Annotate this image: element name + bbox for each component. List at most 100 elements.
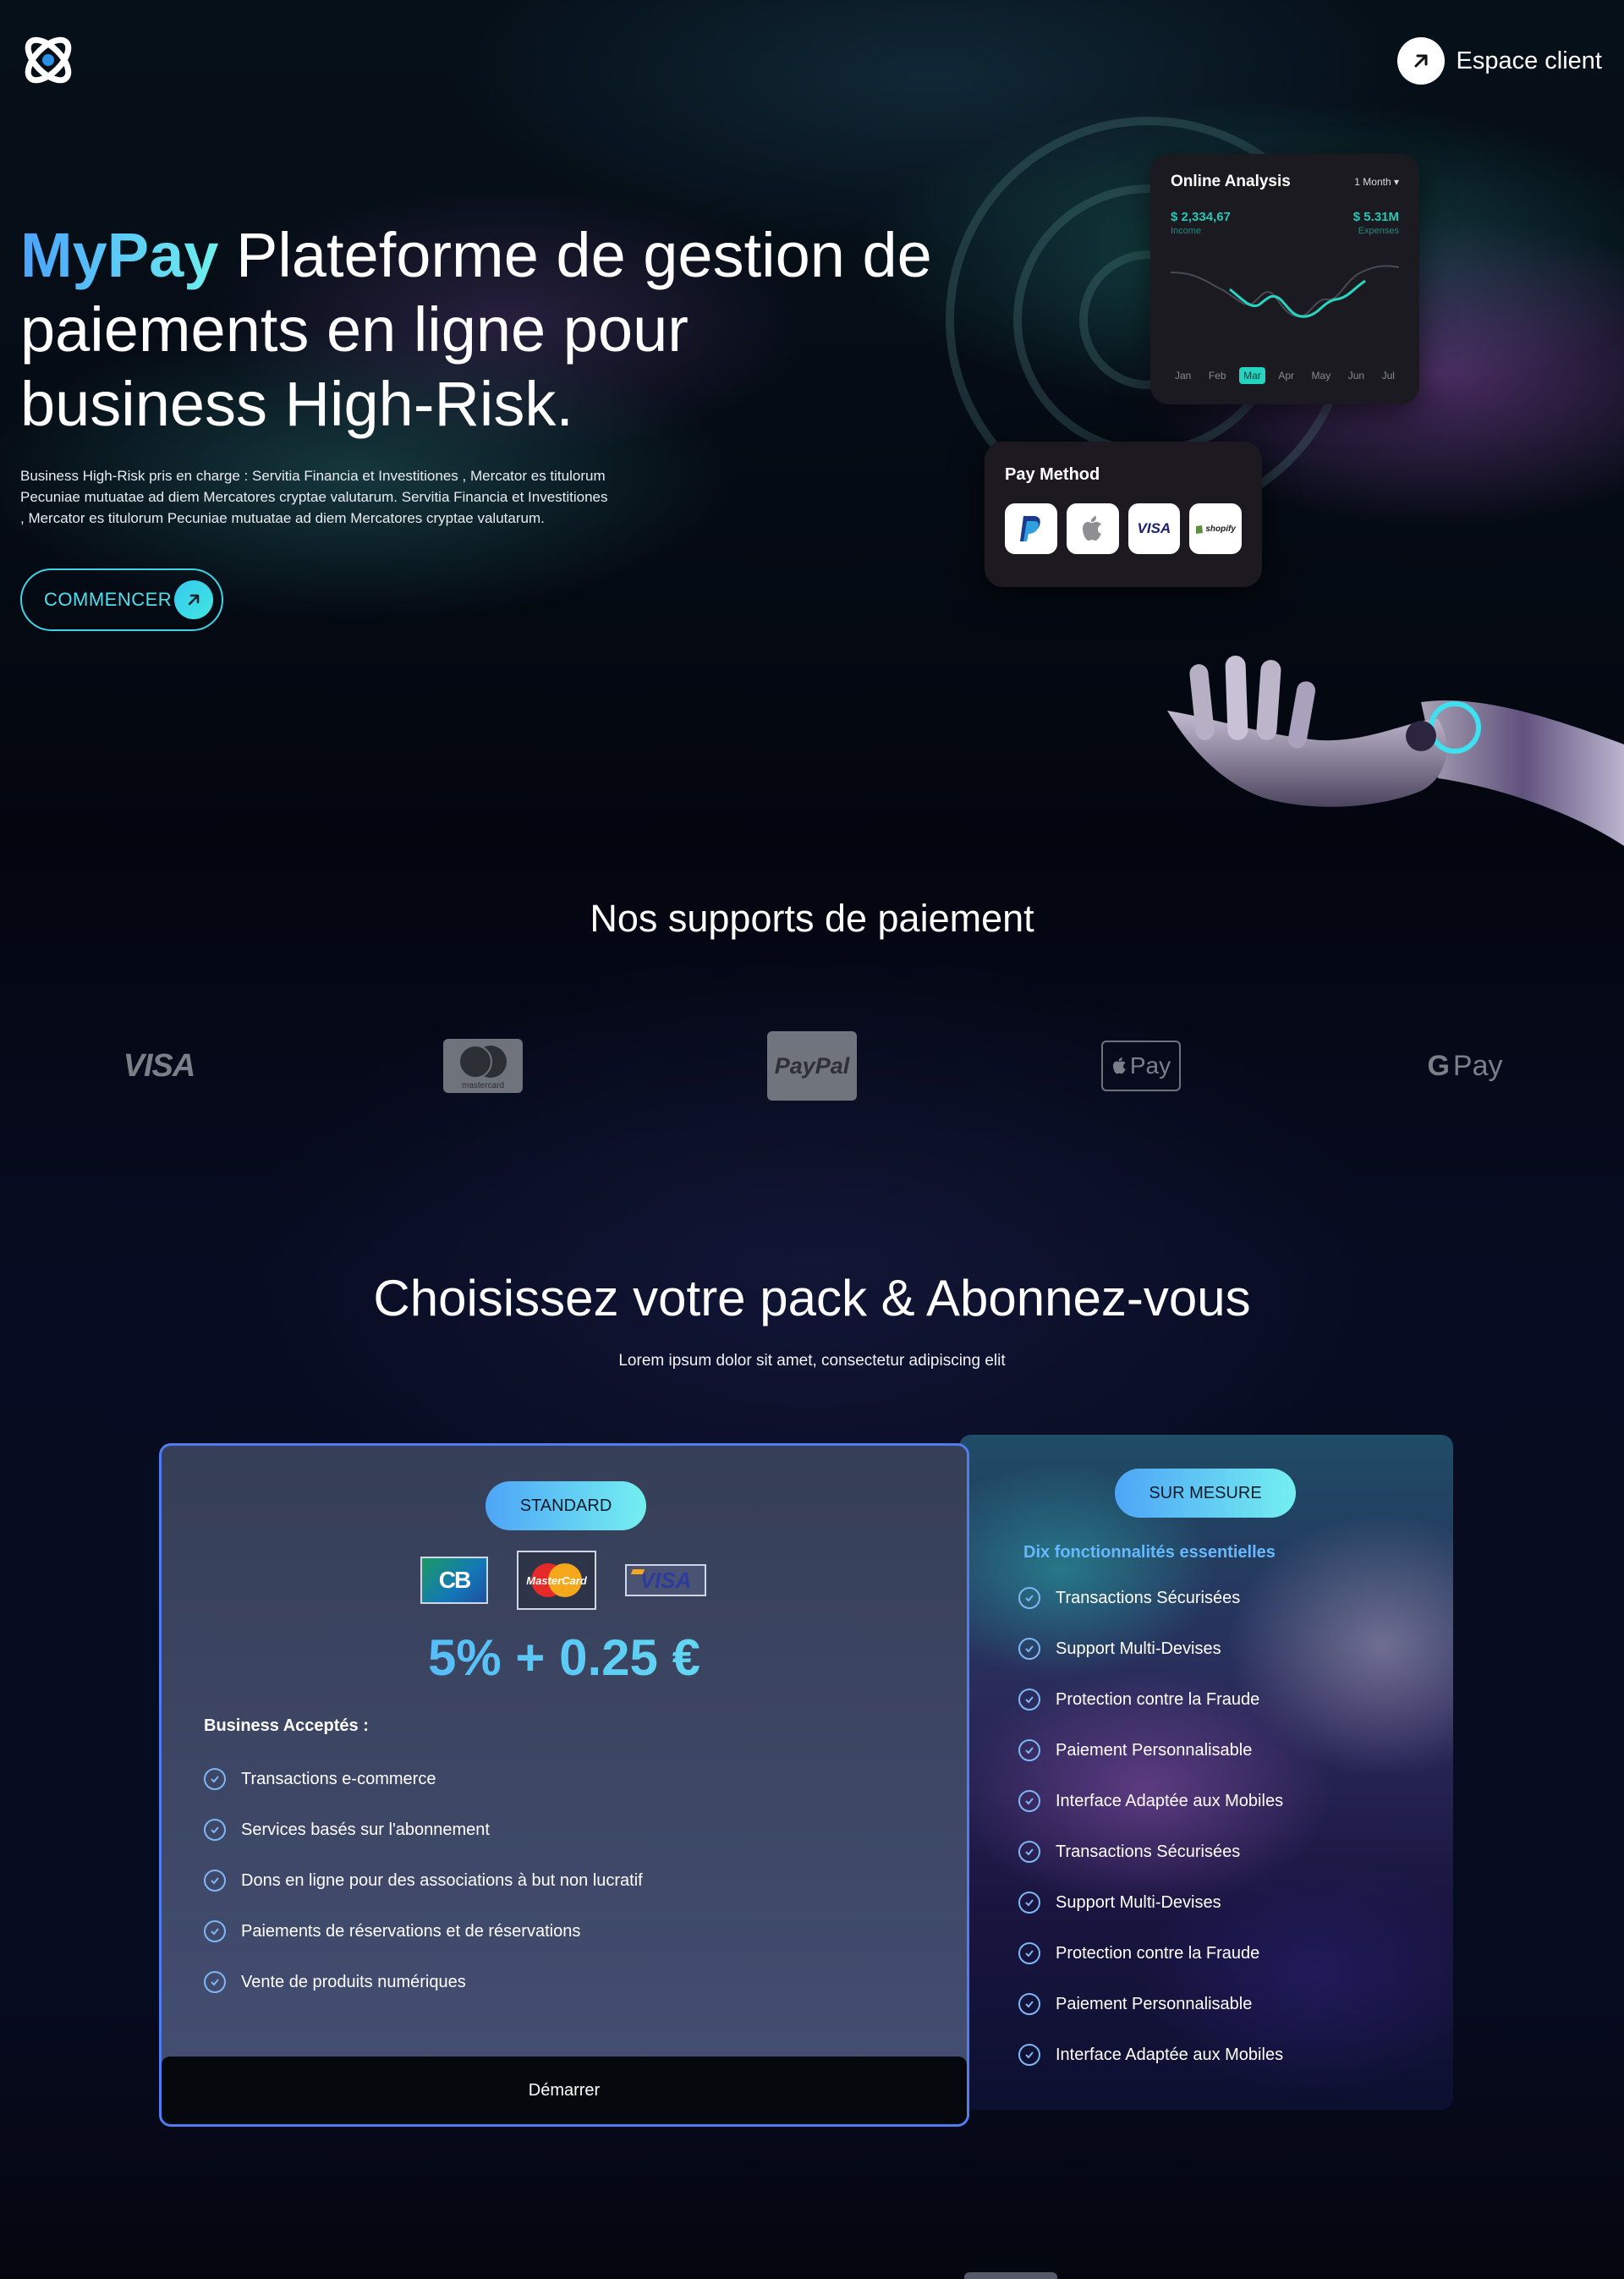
google-g-icon: G bbox=[1427, 1049, 1450, 1082]
feature-label: Protection contre la Fraude bbox=[1056, 1943, 1260, 1963]
feature-label: Interface Adaptée aux Mobiles bbox=[1056, 2045, 1284, 2064]
visa-text: VISA bbox=[1137, 520, 1171, 536]
atom-logo-icon[interactable] bbox=[19, 30, 78, 90]
start-button[interactable]: Démarrer bbox=[162, 2057, 967, 2124]
month-label[interactable]: May bbox=[1308, 367, 1336, 384]
feature-label: Protection contre la Fraude bbox=[1056, 1689, 1260, 1709]
standard-pack-card: STANDARD CB MasterCard VISA 5% + 0.25 € … bbox=[159, 1443, 969, 2127]
mastercard-logo: mastercard bbox=[443, 1024, 523, 1108]
expenses-value: $ 5.31M bbox=[1352, 210, 1399, 224]
pay-method-card: Pay Method VISA shopify bbox=[985, 442, 1262, 587]
list-item: Transactions Sécurisées bbox=[1018, 1826, 1283, 1877]
period-value: 1 Month bbox=[1354, 176, 1391, 188]
google-pay-logo-text: Pay bbox=[1452, 1049, 1503, 1082]
cb-logo-text: CB bbox=[438, 1567, 471, 1593]
commencer-label: COMMENCER bbox=[44, 589, 173, 610]
list-item: Interface Adaptée aux Mobiles bbox=[1018, 1776, 1283, 1826]
card-logos-row: CB MasterCard VISA bbox=[420, 1551, 706, 1610]
hero-title: MyPay Plateforme de gestion de paiements… bbox=[20, 218, 934, 442]
list-item: Transactions Sécurisées bbox=[1018, 1573, 1283, 1623]
shopify-icon[interactable]: shopify bbox=[1189, 503, 1242, 554]
mastercard-card-logo: MasterCard bbox=[517, 1551, 596, 1610]
apple-pay-logo: Pay bbox=[1101, 1024, 1181, 1108]
list-item: Transactions e-commerce bbox=[204, 1754, 643, 1804]
visa-card-text: VISA bbox=[639, 1567, 692, 1593]
google-pay-logo: G Pay bbox=[1423, 1024, 1507, 1108]
check-circle-icon bbox=[1018, 1993, 1040, 2015]
pay-method-title: Pay Method bbox=[1005, 465, 1100, 484]
feature-label: Transactions Sécurisées bbox=[1056, 1842, 1241, 1861]
payment-logos-row: VISA mastercard PayPal Pay G Pay bbox=[0, 1024, 1624, 1108]
apple-icon[interactable] bbox=[1066, 503, 1119, 554]
custom-pack-badge: SUR MESURE bbox=[1115, 1469, 1296, 1518]
check-circle-icon bbox=[204, 1971, 226, 1993]
custom-features-title: Dix fonctionnalités essentielles bbox=[1023, 1543, 1276, 1562]
feature-label: Support Multi-Devises bbox=[1056, 1639, 1221, 1658]
robot-hand-image bbox=[1167, 656, 1624, 846]
month-label[interactable]: Jun bbox=[1344, 367, 1369, 384]
visa-logo-text: VISA bbox=[123, 1047, 196, 1084]
next-section-fragment bbox=[964, 2272, 1057, 2279]
list-item: Paiement Personnalisable bbox=[1018, 1725, 1283, 1776]
apple-icon bbox=[1112, 1057, 1126, 1074]
expenses-label: Expenses bbox=[1358, 226, 1399, 236]
analysis-title: Online Analysis bbox=[1171, 173, 1291, 190]
feature-label: Paiements de réservations et de réservat… bbox=[241, 1921, 581, 1941]
standard-features-list: Transactions e-commerce Services basés s… bbox=[204, 1754, 643, 2007]
check-circle-icon bbox=[1018, 1638, 1040, 1660]
visa-icon[interactable]: VISA bbox=[1127, 503, 1181, 554]
list-item: Support Multi-Devises bbox=[1018, 1623, 1283, 1674]
income-value: $ 2,334,67 bbox=[1171, 210, 1231, 224]
visa-card-logo: VISA bbox=[625, 1564, 706, 1596]
check-circle-icon bbox=[1018, 1739, 1040, 1761]
list-item: Paiement Personnalisable bbox=[1018, 1979, 1283, 2029]
feature-label: Paiement Personnalisable bbox=[1056, 1740, 1253, 1760]
list-item: Interface Adaptée aux Mobiles bbox=[1018, 2029, 1283, 2080]
period-dropdown[interactable]: 1 Month ▾ bbox=[1354, 176, 1399, 188]
feature-label: Vente de produits numériques bbox=[241, 1972, 466, 1991]
standard-pack-badge: STANDARD bbox=[486, 1481, 646, 1530]
packs-title: Choisissez votre pack & Abonnez-vous bbox=[373, 1270, 1251, 1326]
month-axis: Jan Feb Mar Apr May Jun Jul bbox=[1171, 367, 1399, 384]
shopify-text: shopify bbox=[1205, 524, 1236, 534]
feature-label: Support Multi-Devises bbox=[1056, 1892, 1221, 1912]
hero-description: Business High-Risk pris en charge : Serv… bbox=[20, 468, 608, 526]
visa-logo: VISA bbox=[117, 1024, 201, 1108]
check-circle-icon bbox=[204, 1920, 226, 1942]
check-circle-icon bbox=[204, 1870, 226, 1892]
supports-title: Nos supports de paiement bbox=[590, 897, 1034, 940]
packs-subtitle: Lorem ipsum dolor sit amet, consectetur … bbox=[618, 1352, 1006, 1370]
list-item: Dons en ligne pour des associations à bu… bbox=[204, 1855, 643, 1906]
list-item: Protection contre la Fraude bbox=[1018, 1674, 1283, 1725]
check-circle-icon bbox=[1018, 1841, 1040, 1863]
month-label[interactable]: Jul bbox=[1378, 367, 1399, 384]
month-label[interactable]: Feb bbox=[1204, 367, 1231, 384]
mastercard-logo-text: mastercard bbox=[461, 1081, 504, 1090]
mastercard-card-text: MasterCard bbox=[526, 1573, 587, 1587]
feature-label: Services basés sur l'abonnement bbox=[241, 1820, 490, 1839]
list-item: Support Multi-Devises bbox=[1018, 1877, 1283, 1928]
feature-label: Transactions Sécurisées bbox=[1056, 1588, 1241, 1607]
accepted-business-title: Business Acceptés : bbox=[204, 1716, 369, 1735]
custom-pack-card: SUR MESURE Dix fonctionnalités essentiel… bbox=[959, 1435, 1453, 2110]
paypal-logo-text: PayPal bbox=[774, 1052, 850, 1079]
month-label[interactable]: Jan bbox=[1171, 367, 1195, 384]
month-label-active[interactable]: Mar bbox=[1239, 367, 1265, 384]
month-label[interactable]: Apr bbox=[1274, 367, 1298, 384]
custom-features-list: Transactions Sécurisées Support Multi-De… bbox=[1018, 1573, 1283, 2080]
check-circle-icon bbox=[204, 1768, 226, 1790]
arrow-up-right-icon bbox=[174, 580, 213, 619]
client-area-link[interactable]: Espace client bbox=[1396, 37, 1603, 85]
check-circle-icon bbox=[1018, 1892, 1040, 1914]
check-circle-icon bbox=[1018, 1790, 1040, 1812]
check-circle-icon bbox=[1018, 1942, 1040, 1964]
client-area-label: Espace client bbox=[1456, 47, 1603, 74]
list-item: Paiements de réservations et de réservat… bbox=[204, 1906, 643, 1957]
commencer-button[interactable]: COMMENCER bbox=[20, 568, 223, 631]
income-label: Income bbox=[1171, 226, 1202, 236]
feature-label: Transactions e-commerce bbox=[241, 1769, 436, 1788]
paypal-icon[interactable] bbox=[1005, 503, 1057, 554]
check-circle-icon bbox=[1018, 1587, 1040, 1609]
feature-label: Dons en ligne pour des associations à bu… bbox=[241, 1870, 643, 1890]
visa-accent bbox=[630, 1569, 645, 1574]
